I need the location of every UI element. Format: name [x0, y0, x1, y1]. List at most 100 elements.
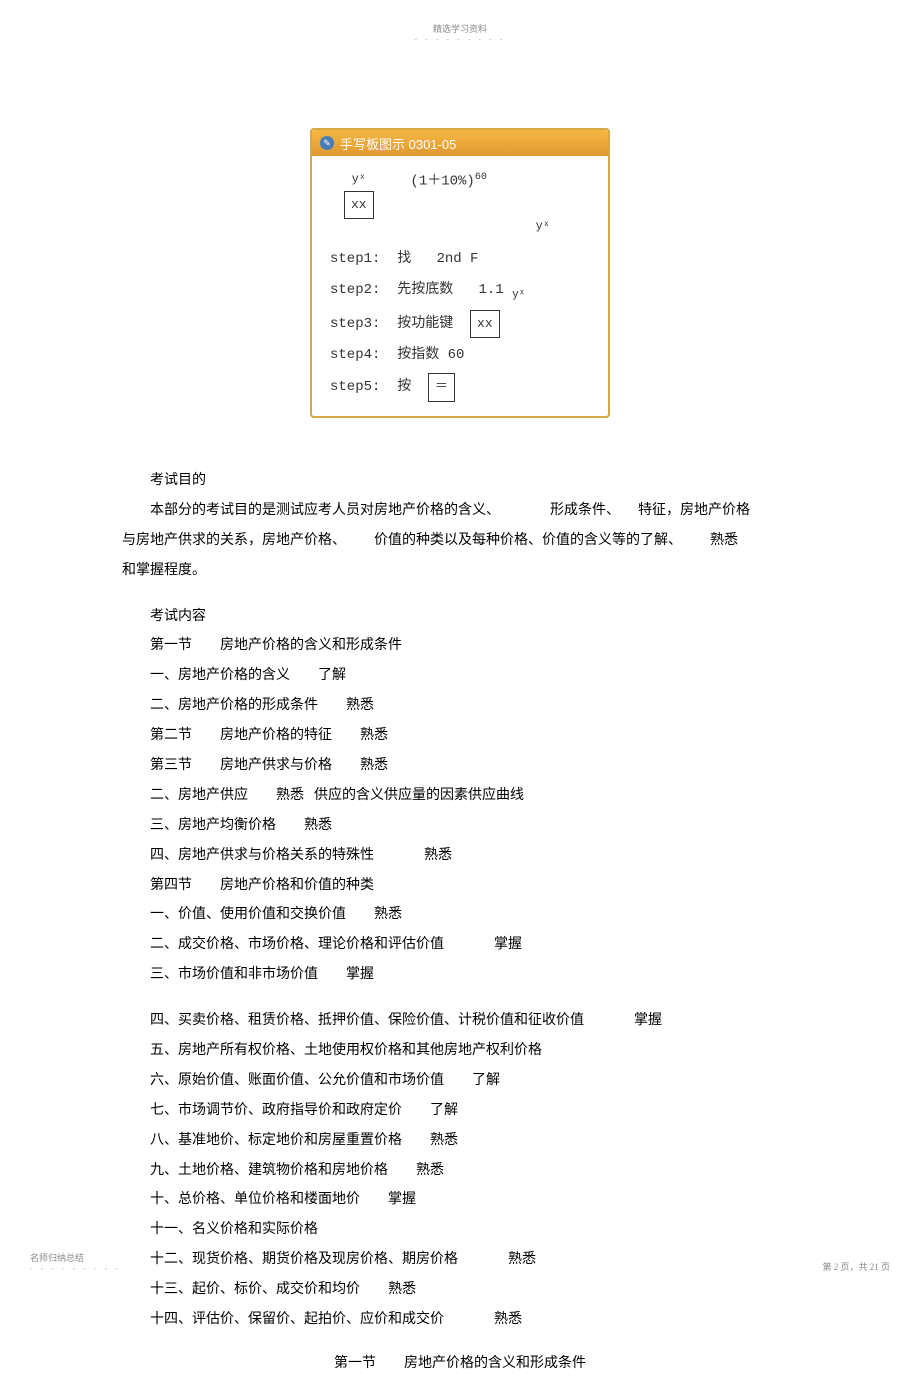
text: 特征，房地产价格 [638, 503, 750, 518]
step-text: 按 [397, 379, 411, 395]
step-3: step3: 按功能键 xx [330, 310, 590, 339]
outline-line: 二、房地产供应 熟悉供应的含义供应量的因素供应曲线 [122, 783, 798, 809]
text: 熟悉 [346, 698, 374, 713]
text: 五、房地产所有权价格、土地使用权价格和其他房地产权利价格 [150, 1043, 542, 1058]
text: 熟悉 [304, 818, 332, 833]
text: 本部分的考试目的是测试应考人员对房地产价格的含义、 [150, 503, 500, 518]
globe-icon: ✎ [320, 136, 334, 150]
footer-dashes: - - - - - - - - - [30, 1264, 121, 1273]
text: 熟悉 [494, 1312, 522, 1327]
text: 房地产价格和价值的种类 [220, 878, 374, 893]
header-text: 精选学习资料 [415, 22, 506, 35]
outline-line: 二、成交价格、市场价格、理论价格和评估价值 掌握 [122, 932, 798, 958]
text: 二、房地产供应 [150, 788, 248, 803]
outline-line: 第四节 房地产价格和价值的种类 [122, 873, 798, 899]
formula-row: yˣ xx (1＋10%)60 yˣ [344, 168, 590, 238]
text: 房地产供求与价格 [220, 758, 332, 773]
text: 一、房地产价格的含义 [150, 668, 290, 683]
purpose-para2: 与房地产供求的关系，房地产价格、 价值的种类以及每种价格、价值的含义等的了解、 熟悉 [122, 528, 798, 554]
formula-exp: 60 [475, 172, 487, 183]
outline-line: 十二、现货价格、期货价格及现房价格、期房价格熟悉 [122, 1247, 798, 1273]
outline-line: 五、房地产所有权价格、土地使用权价格和其他房地产权利价格 [122, 1038, 798, 1064]
purpose-para: 本部分的考试目的是测试应考人员对房地产价格的含义、 形成条件、 特征，房地产价格 [122, 498, 798, 524]
outline-line: 四、买卖价格、租赁价格、抵押价值、保险价值、计税价值和征收价值 掌握 [122, 1008, 798, 1034]
text: 六、原始价值、账面价值、公允价值和市场价值 [150, 1073, 444, 1088]
text: 与房地产供求的关系，房地产价格、 [122, 533, 346, 548]
step-2: step2: 先按底数 1.1 yˣ [330, 277, 590, 306]
text: 了解 [318, 668, 346, 683]
text: 三、房地产均衡价格 [150, 818, 276, 833]
text: 熟悉 [360, 758, 388, 773]
text: 四、买卖价格、租赁价格、抵押价值、保险价值、计税价值和征收价值 [150, 1013, 584, 1028]
text: 房地产价格的特征 [220, 728, 332, 743]
text: 熟悉 [416, 1163, 444, 1178]
step-text: 先按底数 [397, 282, 453, 298]
text: 熟悉 [710, 533, 738, 548]
text: 三、市场价值和非市场价值 [150, 967, 318, 982]
footer-left: 名师归纳总结 - - - - - - - - - [30, 1251, 121, 1273]
outline-line: 第二节房地产价格的特征熟悉 [122, 723, 798, 749]
step-5: step5: 按 ＝ [330, 373, 590, 402]
text: 一、价值、使用价值和交换价值 [150, 907, 346, 922]
text: 四、房地产供求与价格关系的特殊性 [150, 848, 374, 863]
outline-line: 十、总价格、单位价格和楼面地价 掌握 [122, 1187, 798, 1213]
text: 房地产价格的含义和形成条件 [404, 1356, 586, 1371]
step-sub: yˣ [512, 289, 525, 301]
text: 第四节 [150, 878, 192, 893]
main-content: 考试目的 本部分的考试目的是测试应考人员对房地产价格的含义、 形成条件、 特征，房地… [122, 468, 798, 1377]
outline-line: 六、原始价值、账面价值、公允价值和市场价值 了解 [122, 1068, 798, 1094]
outline-line: 十一、名义价格和实际价格 [122, 1217, 798, 1243]
outline-line: 八、基准地价、标定地价和房屋重置价格熟悉 [122, 1128, 798, 1154]
outline-line: 第三节 房地产供求与价格 熟悉 [122, 753, 798, 779]
handwriting-figure: ✎ 手写板图示 0301-05 yˣ xx (1＋10%)60 yˣ step1… [310, 128, 610, 418]
step-extra: 2nd F [436, 251, 478, 267]
outline-line: 三、房地产均衡价格 熟悉 [122, 813, 798, 839]
step-text: 按指数 60 [397, 347, 464, 363]
text: 掌握 [494, 937, 522, 952]
step-label: step3: [330, 316, 380, 332]
outline-line: 一、价值、使用价值和交换价值 熟悉 [122, 902, 798, 928]
text: 二、成交价格、市场价格、理论价格和评估价值 [150, 937, 444, 952]
text: 掌握 [388, 1192, 416, 1207]
text: 了解 [430, 1103, 458, 1118]
outline-line: 十三、起价、标价、成交价和均价 熟悉 [122, 1277, 798, 1303]
step-label: step2: [330, 282, 380, 298]
text: 掌握 [634, 1013, 662, 1028]
outline-line: 一、房地产价格的含义 了解 [122, 663, 798, 689]
text: 熟悉 [276, 788, 304, 803]
text: 十二、现货价格、期货价格及现房价格、期房价格 [150, 1252, 458, 1267]
text: 熟悉 [374, 907, 402, 922]
text: 形成条件、 [550, 503, 620, 518]
text: 九、土地价格、建筑物价格和房地价格 [150, 1163, 388, 1178]
section-1-title: 第一节房地产价格的含义和形成条件 [122, 1351, 798, 1377]
text: 十、总价格、单位价格和楼面地价 [150, 1192, 360, 1207]
yx-label: yˣ [344, 168, 374, 191]
step-boxed: xx [470, 310, 500, 339]
text: 熟悉 [360, 728, 388, 743]
outline-line: 十四、评估价、保留价、起拍价、应价和成交价熟悉 [122, 1307, 798, 1333]
outline-line: 七、市场调节价、政府指导价和政府定价 了解 [122, 1098, 798, 1124]
text: 第一节 [150, 638, 192, 653]
text: 了解 [472, 1073, 500, 1088]
step-label: step5: [330, 379, 380, 395]
text: 供应的含义供应量的因素供应曲线 [314, 788, 524, 803]
text: 价值的种类以及每种价格、价值的含义等的了解、 [374, 533, 682, 548]
purpose-para3: 和掌握程度。 [122, 558, 798, 584]
content-title: 考试内容 [122, 604, 798, 630]
text: 熟悉 [424, 848, 452, 863]
xx-box: xx [344, 191, 374, 220]
purpose-title: 考试目的 [122, 468, 798, 494]
text: 七、市场调节价、政府指导价和政府定价 [150, 1103, 402, 1118]
outline-line: 九、土地价格、建筑物价格和房地价格 熟悉 [122, 1158, 798, 1184]
text: 掌握 [346, 967, 374, 982]
text: 房地产价格的含义和形成条件 [220, 638, 402, 653]
text: 十三、起价、标价、成交价和均价 [150, 1282, 360, 1297]
step-label: step4: [330, 347, 380, 363]
outline-line: 第一节 房地产价格的含义和形成条件 [122, 633, 798, 659]
text: 熟悉 [388, 1282, 416, 1297]
step-text: 按功能键 [397, 316, 453, 332]
step-label: step1: [330, 251, 380, 267]
text: 第三节 [150, 758, 192, 773]
text: 二、房地产价格的形成条件 [150, 698, 318, 713]
figure-title: 手写板图示 0301-05 [340, 134, 456, 153]
